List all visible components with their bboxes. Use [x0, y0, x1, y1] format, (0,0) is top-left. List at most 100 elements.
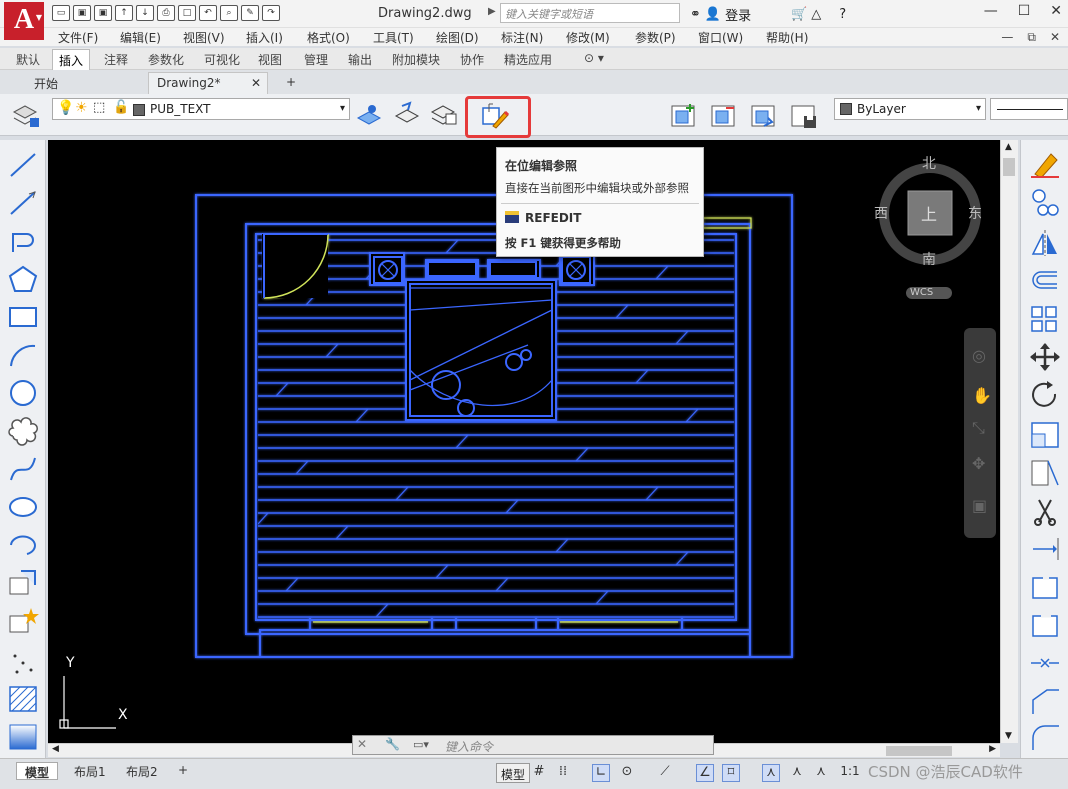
menu-help[interactable]: 帮助(H) [766, 29, 808, 46]
break-at-point-icon[interactable] [1029, 572, 1061, 602]
ellipse-icon[interactable] [7, 492, 39, 522]
color-dropdown[interactable]: ByLayer ▾ [834, 98, 986, 120]
wcs-menu[interactable]: WCS [910, 287, 933, 298]
compass-east[interactable]: 东 [968, 203, 982, 223]
file-tab-drawing2[interactable]: Drawing2* ✕ [148, 72, 268, 94]
erase-icon[interactable] [1029, 148, 1061, 178]
break-icon[interactable] [1029, 610, 1061, 640]
search-expand-icon[interactable]: ▶ [488, 6, 496, 17]
compass-south[interactable]: 南 [922, 249, 936, 269]
close-icon[interactable]: ✕ [357, 737, 367, 751]
menu-view[interactable]: 视图(V) [183, 29, 225, 46]
upload-icon[interactable]: ↑ [115, 5, 133, 21]
layout-tab-layout1[interactable]: 布局1 [66, 762, 114, 780]
tab-parametric[interactable]: 参数化 [148, 51, 184, 68]
annotation-visibility-icon[interactable]: ⋏ [762, 764, 780, 782]
point-icon[interactable] [7, 648, 39, 678]
scroll-left-icon[interactable]: ◀ [52, 744, 59, 754]
autodesk-a360-icon[interactable]: △ [811, 7, 821, 22]
pan-icon[interactable]: ✋ [972, 386, 992, 405]
extend-icon[interactable] [1029, 534, 1061, 564]
remove-from-working-set-icon[interactable] [708, 100, 738, 130]
zoom-window-icon[interactable]: ⌕ [220, 5, 238, 21]
wrench-icon[interactable]: 🔧 [385, 737, 400, 751]
login-label[interactable]: 登录 [725, 5, 751, 24]
file-tab-start[interactable]: 开始 [26, 72, 66, 94]
close-tab-icon[interactable]: ✕ [251, 76, 261, 90]
join-icon[interactable] [1029, 648, 1061, 678]
layer-properties-icon[interactable] [10, 100, 40, 130]
tab-addins[interactable]: 附加模块 [392, 51, 440, 68]
doc-restore-button[interactable]: ⧉ [1027, 30, 1036, 45]
orbit-icon[interactable]: ✥ [972, 454, 985, 473]
trim-icon[interactable] [1029, 496, 1061, 526]
auto-scale-icon[interactable]: ⋏ [788, 764, 806, 782]
compass-west[interactable]: 西 [874, 203, 888, 223]
offset-icon[interactable] [1029, 266, 1061, 296]
add-layout-button[interactable]: + [170, 762, 196, 780]
gradient-icon[interactable] [7, 722, 39, 752]
redo-icon[interactable]: ↷ [262, 5, 280, 21]
layout-tab-model[interactable]: 模型 [16, 762, 59, 780]
circle-icon[interactable] [7, 378, 39, 408]
viewcube[interactable]: 北 南 东 西 上 WCS [868, 145, 992, 305]
cart-icon[interactable]: 🛒 [791, 7, 807, 22]
fillet-icon[interactable] [1029, 722, 1061, 752]
move-icon[interactable] [1029, 342, 1061, 372]
menu-file[interactable]: 文件(F) [58, 29, 98, 46]
binoculars-icon[interactable]: ⚭ [690, 7, 701, 22]
open-folder-icon[interactable]: ▭ [52, 5, 70, 21]
annotation-scale-icon[interactable]: ⋏ [812, 764, 830, 782]
tab-insert[interactable]: 插入 [52, 49, 91, 71]
linetype-dropdown[interactable] [990, 98, 1068, 120]
stretch-icon[interactable] [1029, 458, 1061, 488]
rotate-icon[interactable] [1029, 380, 1061, 410]
copy-icon[interactable] [1029, 186, 1061, 216]
polyline-icon[interactable] [7, 226, 39, 256]
layer-on-icon[interactable]: 💡 [57, 100, 74, 116]
scale-icon[interactable] [1029, 420, 1061, 450]
tab-collaborate[interactable]: 协作 [460, 51, 484, 68]
object-snap-icon[interactable]: ⌑ [722, 764, 740, 782]
snap-icon[interactable]: ⁞⁞ [554, 764, 572, 782]
maximize-button[interactable]: ☐ [1018, 3, 1031, 19]
construction-line-icon[interactable] [7, 188, 39, 218]
plot-icon[interactable]: □ [178, 5, 196, 21]
insert-block-icon[interactable] [7, 568, 39, 598]
download-icon[interactable]: ↓ [136, 5, 154, 21]
ellipse-arc-icon[interactable] [7, 530, 39, 560]
layer-dropdown[interactable]: 💡 ☀ ⬚ 🔓 PUB_TEXT ▾ [52, 98, 350, 120]
polygon-icon[interactable] [7, 264, 39, 294]
tab-manage[interactable]: 管理 [304, 51, 328, 68]
search-input[interactable]: 键入关键字或短语 [500, 3, 680, 23]
menu-insert[interactable]: 插入(I) [246, 29, 283, 46]
rectangle-icon[interactable] [7, 302, 39, 332]
scroll-up-icon[interactable]: ▲ [1005, 142, 1012, 152]
tab-annotate[interactable]: 注释 [104, 51, 128, 68]
model-space-button[interactable]: 模型 [496, 763, 531, 783]
help-icon[interactable]: ? [839, 7, 846, 22]
line-tool-icon[interactable] [7, 150, 39, 180]
array-icon[interactable] [1029, 304, 1061, 334]
horizontal-scroll-thumb[interactable] [886, 746, 952, 756]
save-changes-icon[interactable] [788, 100, 818, 130]
command-input[interactable]: 键入命令 [445, 738, 493, 755]
revision-cloud-icon[interactable] [7, 416, 39, 446]
menu-format[interactable]: 格式(O) [307, 29, 350, 46]
match-properties-icon[interactable]: ✎ [241, 5, 259, 21]
ortho-icon[interactable]: ∟ [592, 764, 610, 782]
compass-north[interactable]: 北 [922, 153, 936, 173]
refedit-icon[interactable] [479, 100, 509, 130]
vertical-scrollbar[interactable]: ▲ ▼ [1000, 140, 1018, 743]
polar-tracking-icon[interactable]: ⊙ [618, 764, 636, 782]
scroll-right-icon[interactable]: ▶ [989, 744, 996, 754]
doc-close-button[interactable]: ✕ [1050, 30, 1060, 45]
menu-edit[interactable]: 编辑(E) [120, 29, 161, 46]
add-to-working-set-icon[interactable] [668, 100, 698, 130]
command-line[interactable]: ✕ 🔧 ▭▾ 键入命令 [352, 735, 714, 755]
zoom-extents-icon[interactable]: ⤡ [972, 418, 985, 438]
chamfer-icon[interactable] [1029, 686, 1061, 716]
spline-icon[interactable] [7, 454, 39, 484]
login-area[interactable]: ⚭ 👤 登录 🛒 △ ? [690, 5, 846, 24]
menu-draw[interactable]: 绘图(D) [436, 29, 479, 46]
